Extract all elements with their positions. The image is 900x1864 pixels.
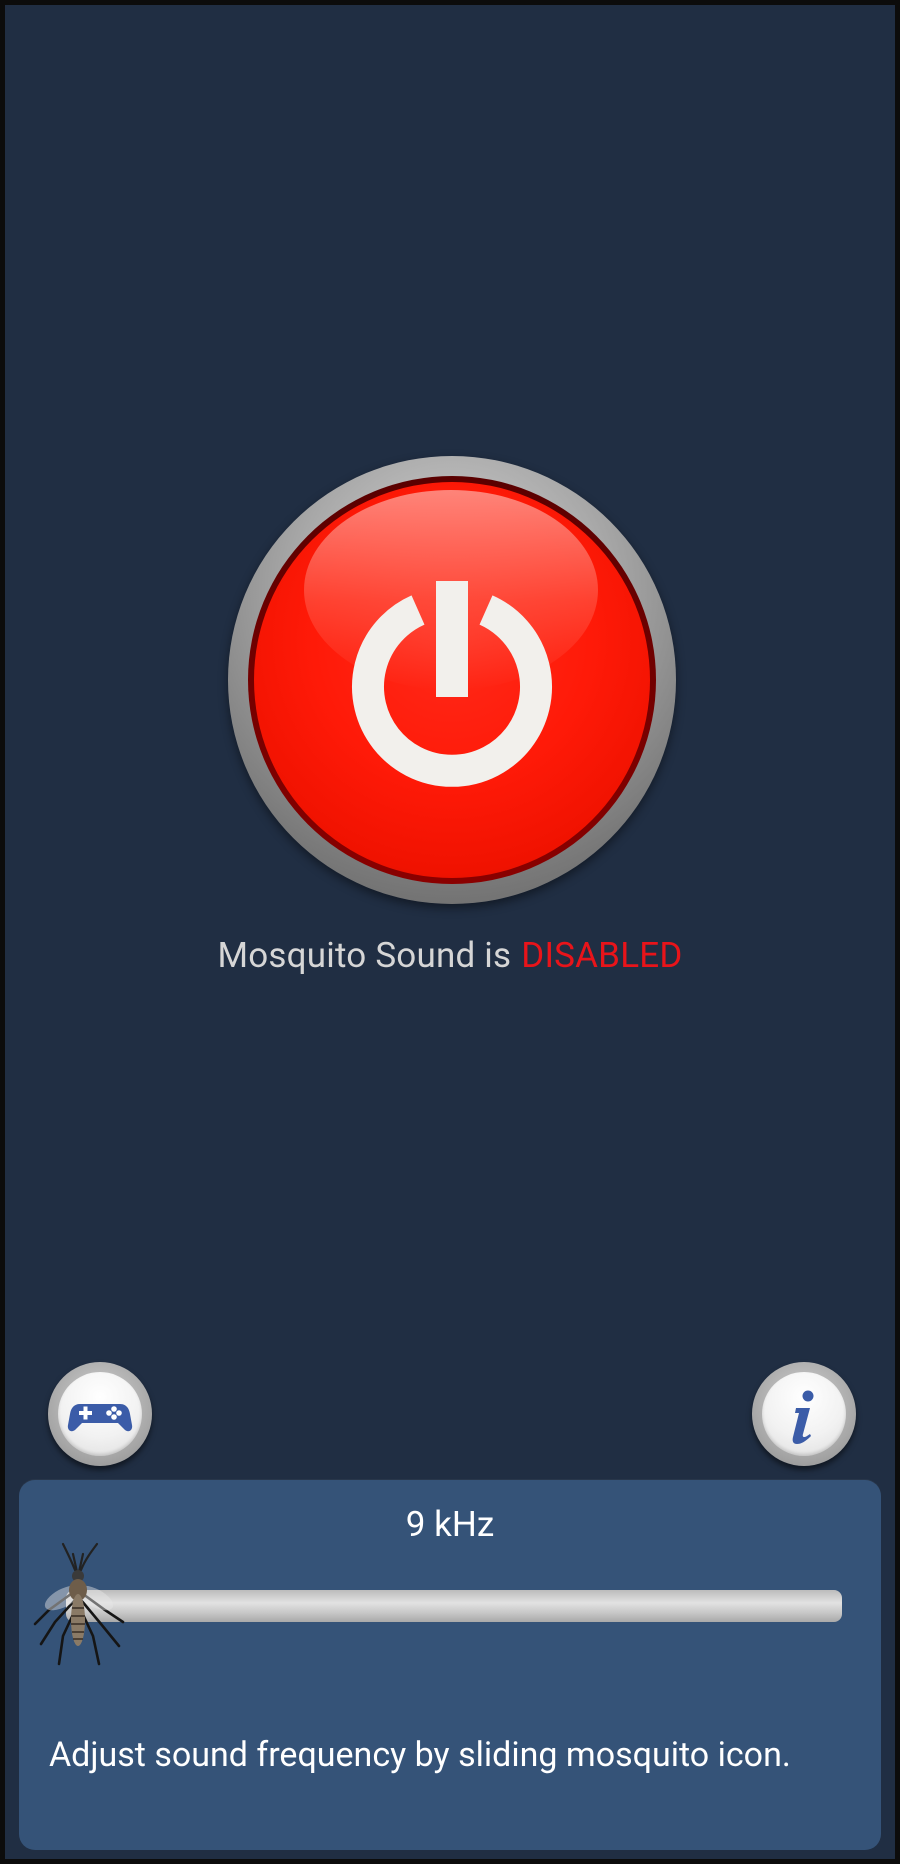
power-button[interactable] bbox=[228, 456, 676, 904]
frequency-label: 9 kHz bbox=[405, 1504, 495, 1545]
info-button[interactable] bbox=[752, 1362, 856, 1466]
status-line: Mosquito Sound is DISABLED bbox=[5, 935, 895, 976]
info-icon bbox=[792, 1390, 814, 1444]
gamepad-icon bbox=[67, 1404, 133, 1432]
mosquito-icon[interactable] bbox=[19, 1540, 144, 1670]
status-prefix: Mosquito Sound is bbox=[217, 935, 512, 976]
games-button[interactable] bbox=[48, 1362, 152, 1466]
power-icon bbox=[352, 581, 552, 787]
frequency-slider-track[interactable] bbox=[66, 1590, 842, 1622]
hint-text: Adjust sound frequency by sliding mosqui… bbox=[49, 1735, 791, 1775]
frequency-panel: 9 kHz Adjust sound frequency by sliding … bbox=[19, 1480, 881, 1850]
status-value: DISABLED bbox=[521, 935, 683, 976]
app-screen: Mosquito Sound is DISABLED 9 kHz Adjust … bbox=[5, 5, 895, 1859]
